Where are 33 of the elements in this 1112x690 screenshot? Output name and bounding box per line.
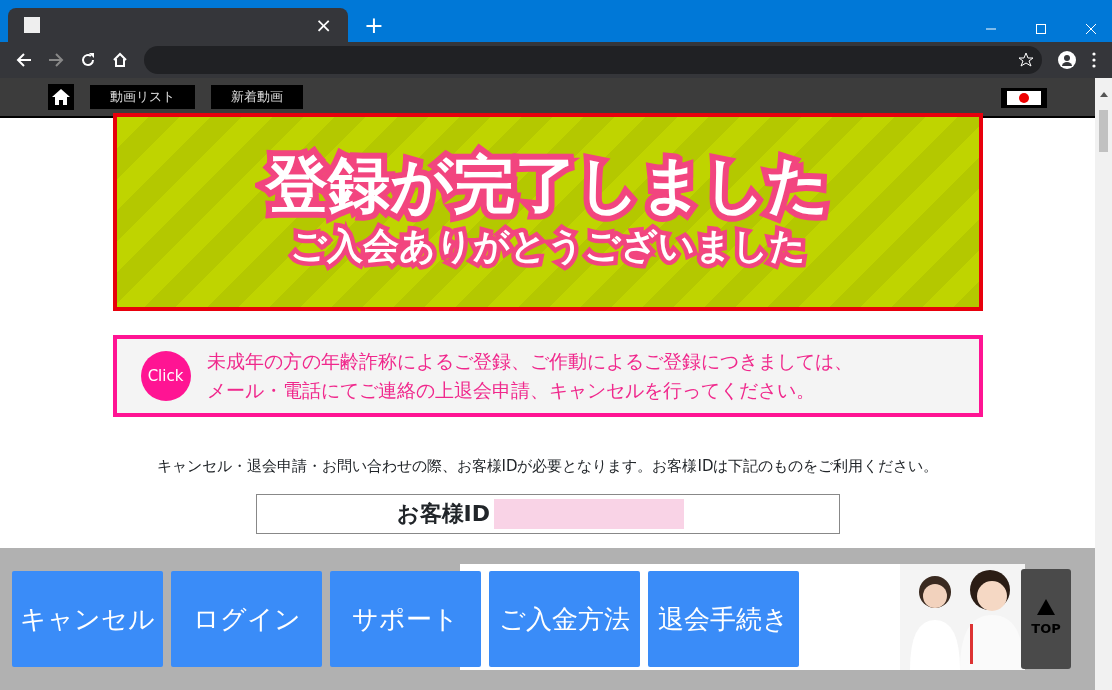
star-icon[interactable] <box>1018 52 1034 68</box>
customer-id-label: お客様ID <box>396 500 490 528</box>
home-icon[interactable] <box>48 84 74 110</box>
nav-link[interactable]: 動画リスト <box>90 85 195 109</box>
banner-subtitle: ご入会ありがとうございました <box>289 224 806 269</box>
forward-icon[interactable] <box>48 52 64 68</box>
browser-tab[interactable]: × <box>8 8 348 42</box>
scroll-up-icon[interactable] <box>1099 92 1108 97</box>
back-icon[interactable] <box>16 52 32 68</box>
reload-icon[interactable] <box>80 52 96 68</box>
home-icon[interactable] <box>112 52 128 68</box>
close-tab-button[interactable]: × <box>315 10 332 40</box>
maximize-icon[interactable] <box>1036 23 1046 34</box>
close-icon[interactable] <box>1086 23 1096 34</box>
new-tab-button[interactable]: + <box>364 8 384 42</box>
click-label: Click <box>147 365 184 387</box>
menu-button[interactable]: キャンセル <box>12 571 163 667</box>
menu-button[interactable]: 退会手続き <box>648 571 799 667</box>
menu-icon[interactable] <box>1092 52 1096 68</box>
menu-button[interactable]: サポート <box>330 571 481 667</box>
notice-text: 未成年の方の年齢詐称によるご登録、ご作動によるご登録につきましては、 <box>206 349 853 374</box>
top-button[interactable]: TOP <box>1021 569 1071 669</box>
scroll-thumb[interactable] <box>1099 110 1108 152</box>
menu-button[interactable]: ログイン <box>171 571 322 667</box>
info-text: キャンセル・退会申請・お問い合わせの際、お客様IDが必要となります。お客様IDは下記のものをご利用ください。 <box>155 456 940 477</box>
flag-icon[interactable] <box>1001 87 1047 108</box>
notice-text: メール・電話にてご連絡の上退会申請、キャンセルを行ってください。 <box>206 378 816 403</box>
nav-link[interactable]: 新着動画 <box>211 85 303 109</box>
account-icon[interactable] <box>1058 51 1076 69</box>
up-arrow-icon <box>1037 599 1055 616</box>
menu-button[interactable]: ご入金方法 <box>489 571 640 667</box>
scrollbar[interactable] <box>1095 78 1112 690</box>
page-icon <box>24 17 40 33</box>
